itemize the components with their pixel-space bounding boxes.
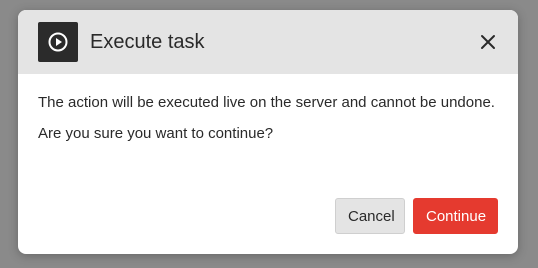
close-button[interactable] — [476, 30, 500, 54]
dialog-body: The action will be executed live on the … — [38, 92, 498, 154]
close-icon — [481, 35, 495, 49]
warning-message: The action will be executed live on the … — [38, 94, 495, 111]
confirm-question: Are you sure you want to continue? — [38, 125, 274, 142]
execute-task-dialog: Execute task The action will be executed… — [18, 10, 518, 254]
play-circle-icon — [38, 22, 78, 62]
continue-button[interactable]: Continue — [413, 198, 498, 234]
cancel-button[interactable]: Cancel — [335, 198, 405, 234]
dialog-title: Execute task — [90, 31, 205, 53]
dialog-header: Execute task — [18, 10, 518, 74]
dialog-footer: Cancel Continue — [335, 198, 498, 234]
